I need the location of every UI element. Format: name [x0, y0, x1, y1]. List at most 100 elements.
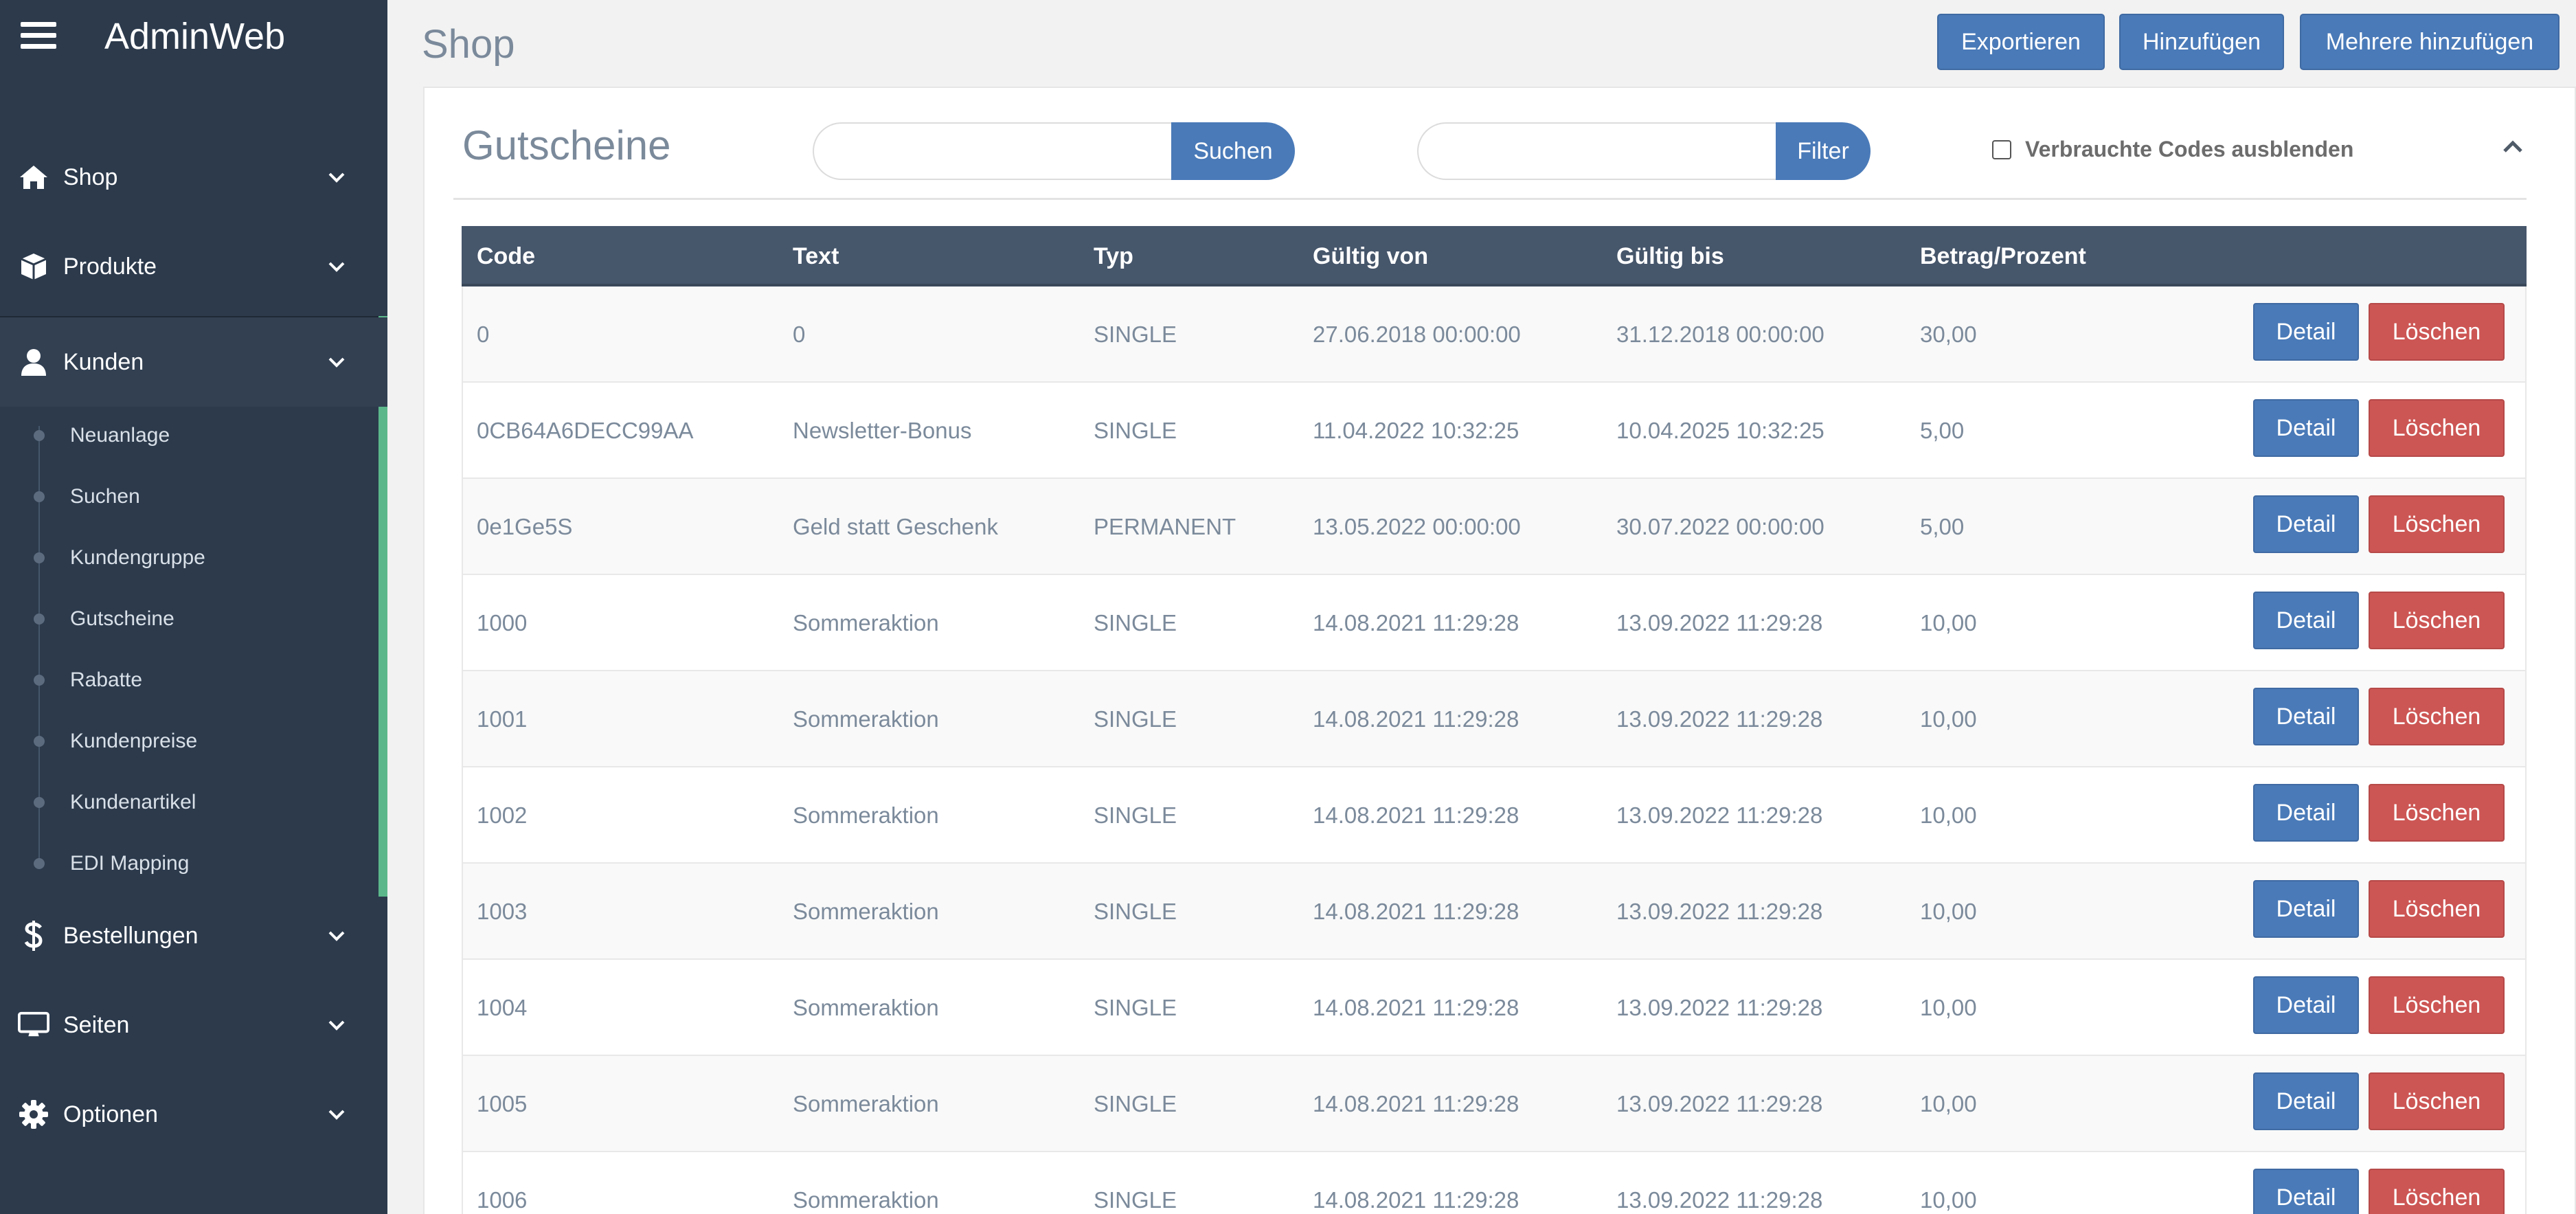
submenu-item-label: EDI Mapping: [70, 852, 190, 875]
delete-button[interactable]: Löschen: [2369, 688, 2505, 745]
detail-button[interactable]: Detail: [2253, 784, 2359, 842]
cell-gueltig-von: 14.08.2021 11:29:28: [1313, 802, 1519, 828]
hamburger-menu-icon[interactable]: [21, 22, 56, 49]
column-header-betrag[interactable]: Betrag/Prozent: [1920, 226, 2086, 286]
cell-code: 0: [477, 322, 490, 347]
cell-gueltig-von: 13.05.2022 00:00:00: [1313, 514, 1521, 539]
table-header: Code Text Typ Gültig von Gültig bis Betr…: [462, 226, 2527, 286]
cell-gueltig-bis: 30.07.2022 00:00:00: [1616, 514, 1824, 539]
column-header-gueltig-von[interactable]: Gültig von: [1313, 226, 1428, 286]
sidebar-item-produkte[interactable]: Produkte: [0, 222, 387, 311]
submenu-item-rabatte[interactable]: Rabatte: [0, 650, 376, 711]
column-header-code[interactable]: Code: [477, 226, 535, 286]
bullet-icon: [34, 614, 45, 625]
bullet-icon: [34, 430, 45, 441]
submenu-item-label: Rabatte: [70, 668, 143, 691]
delete-button[interactable]: Löschen: [2369, 976, 2505, 1034]
sidebar-item-kunden[interactable]: Kunden: [0, 317, 387, 407]
delete-button[interactable]: Löschen: [2369, 399, 2505, 457]
bullet-icon: [34, 736, 45, 747]
table-row: 1006 Sommeraktion SINGLE 14.08.2021 11:2…: [462, 1152, 2527, 1214]
detail-button[interactable]: Detail: [2253, 495, 2359, 553]
cell-betrag: 10,00: [1920, 706, 1977, 732]
cell-gueltig-bis: 13.09.2022 11:29:28: [1616, 1091, 1823, 1116]
chevron-down-icon: [324, 1013, 349, 1037]
hide-used-codes-toggle[interactable]: Verbrauchte Codes ausblenden: [1992, 137, 2353, 162]
detail-button[interactable]: Detail: [2253, 1169, 2359, 1214]
sidebar-item-optionen[interactable]: Optionen: [0, 1070, 387, 1159]
hide-used-codes-checkbox[interactable]: [1992, 139, 2011, 159]
column-header-typ[interactable]: Typ: [1094, 226, 1133, 286]
cell-text: Sommeraktion: [793, 706, 939, 732]
delete-button[interactable]: Löschen: [2369, 1169, 2505, 1214]
cell-text: Sommeraktion: [793, 1091, 939, 1116]
delete-button[interactable]: Löschen: [2369, 784, 2505, 842]
cell-betrag: 30,00: [1920, 322, 1977, 347]
app-title: AdminWeb: [104, 16, 286, 57]
cell-typ: SINGLE: [1094, 418, 1177, 443]
cell-gueltig-von: 14.08.2021 11:29:28: [1313, 610, 1519, 636]
cell-betrag: 10,00: [1920, 899, 1977, 924]
page-title: Shop: [422, 22, 515, 67]
bullet-icon: [34, 797, 45, 808]
detail-button[interactable]: Detail: [2253, 303, 2359, 361]
cell-gueltig-von: 14.08.2021 11:29:28: [1313, 1187, 1519, 1213]
app-root: AdminWeb Shop Produkte Kunden Neuanlage …: [0, 0, 2576, 1214]
cell-text: Sommeraktion: [793, 1187, 939, 1213]
chevron-down-icon: [324, 350, 349, 374]
chevron-up-icon[interactable]: [2499, 135, 2527, 158]
sidebar-item-bestellungen[interactable]: Bestellungen: [0, 891, 387, 980]
delete-button[interactable]: Löschen: [2369, 303, 2505, 361]
cell-gueltig-von: 14.08.2021 11:29:28: [1313, 995, 1519, 1020]
hide-used-codes-label: Verbrauchte Codes ausblenden: [2025, 137, 2354, 161]
column-header-gueltig-bis[interactable]: Gültig bis: [1616, 226, 1724, 286]
submenu-item-label: Suchen: [70, 485, 140, 508]
detail-button[interactable]: Detail: [2253, 880, 2359, 938]
cell-gueltig-von: 14.08.2021 11:29:28: [1313, 899, 1519, 924]
detail-button[interactable]: Detail: [2253, 688, 2359, 745]
submenu-item-suchen[interactable]: Suchen: [0, 467, 376, 528]
cell-betrag: 10,00: [1920, 995, 1977, 1020]
cell-betrag: 10,00: [1920, 610, 1977, 636]
submenu-item-kundenartikel[interactable]: Kundenartikel: [0, 772, 376, 833]
add-button[interactable]: Hinzufügen: [2119, 14, 2284, 70]
cell-gueltig-bis: 13.09.2022 11:29:28: [1616, 899, 1823, 924]
monitor-icon: [18, 1009, 49, 1041]
column-header-text[interactable]: Text: [793, 226, 839, 286]
detail-button[interactable]: Detail: [2253, 592, 2359, 649]
card-title: Gutscheine: [462, 122, 671, 168]
add-multiple-button[interactable]: Mehrere hinzufügen: [2300, 14, 2560, 70]
detail-button[interactable]: Detail: [2253, 1072, 2359, 1130]
card-divider: [453, 198, 2527, 200]
submenu-item-kundengruppe[interactable]: Kundengruppe: [0, 528, 376, 589]
detail-button[interactable]: Detail: [2253, 976, 2359, 1034]
delete-button[interactable]: Löschen: [2369, 592, 2505, 649]
brand-header: AdminWeb: [0, 0, 387, 76]
export-button[interactable]: Exportieren: [1937, 14, 2105, 70]
sidebar-item-label: Optionen: [63, 1101, 158, 1127]
cell-gueltig-von: 27.06.2018 00:00:00: [1313, 322, 1521, 347]
sidebar-item-shop[interactable]: Shop: [0, 133, 387, 222]
cell-gueltig-von: 14.08.2021 11:29:28: [1313, 1091, 1519, 1116]
table-row: 1004 Sommeraktion SINGLE 14.08.2021 11:2…: [462, 960, 2527, 1056]
delete-button[interactable]: Löschen: [2369, 1072, 2505, 1130]
submenu-item-edi-mapping[interactable]: EDI Mapping: [0, 833, 376, 895]
sidebar-item-seiten[interactable]: Seiten: [0, 980, 387, 1070]
cell-typ: SINGLE: [1094, 1187, 1177, 1213]
search-button[interactable]: Suchen: [1171, 122, 1295, 180]
sidebar-item-label: Seiten: [63, 1011, 130, 1038]
detail-button[interactable]: Detail: [2253, 399, 2359, 457]
cell-code: 1006: [477, 1187, 528, 1213]
filter-button[interactable]: Filter: [1776, 122, 1871, 180]
submenu-item-kundenpreise[interactable]: Kundenpreise: [0, 711, 376, 772]
submenu-item-neuanlage[interactable]: Neuanlage: [0, 405, 376, 467]
search-group: Suchen: [813, 122, 1295, 180]
sidebar-item-label: Bestellungen: [63, 922, 199, 949]
submenu-item-gutscheine[interactable]: Gutscheine: [0, 589, 376, 650]
filter-input[interactable]: [1417, 122, 1776, 180]
delete-button[interactable]: Löschen: [2369, 880, 2505, 938]
search-input[interactable]: [813, 122, 1171, 180]
cell-text: Geld statt Geschenk: [793, 514, 998, 539]
delete-button[interactable]: Löschen: [2369, 495, 2505, 553]
submenu-item-label: Kundenartikel: [70, 791, 196, 813]
